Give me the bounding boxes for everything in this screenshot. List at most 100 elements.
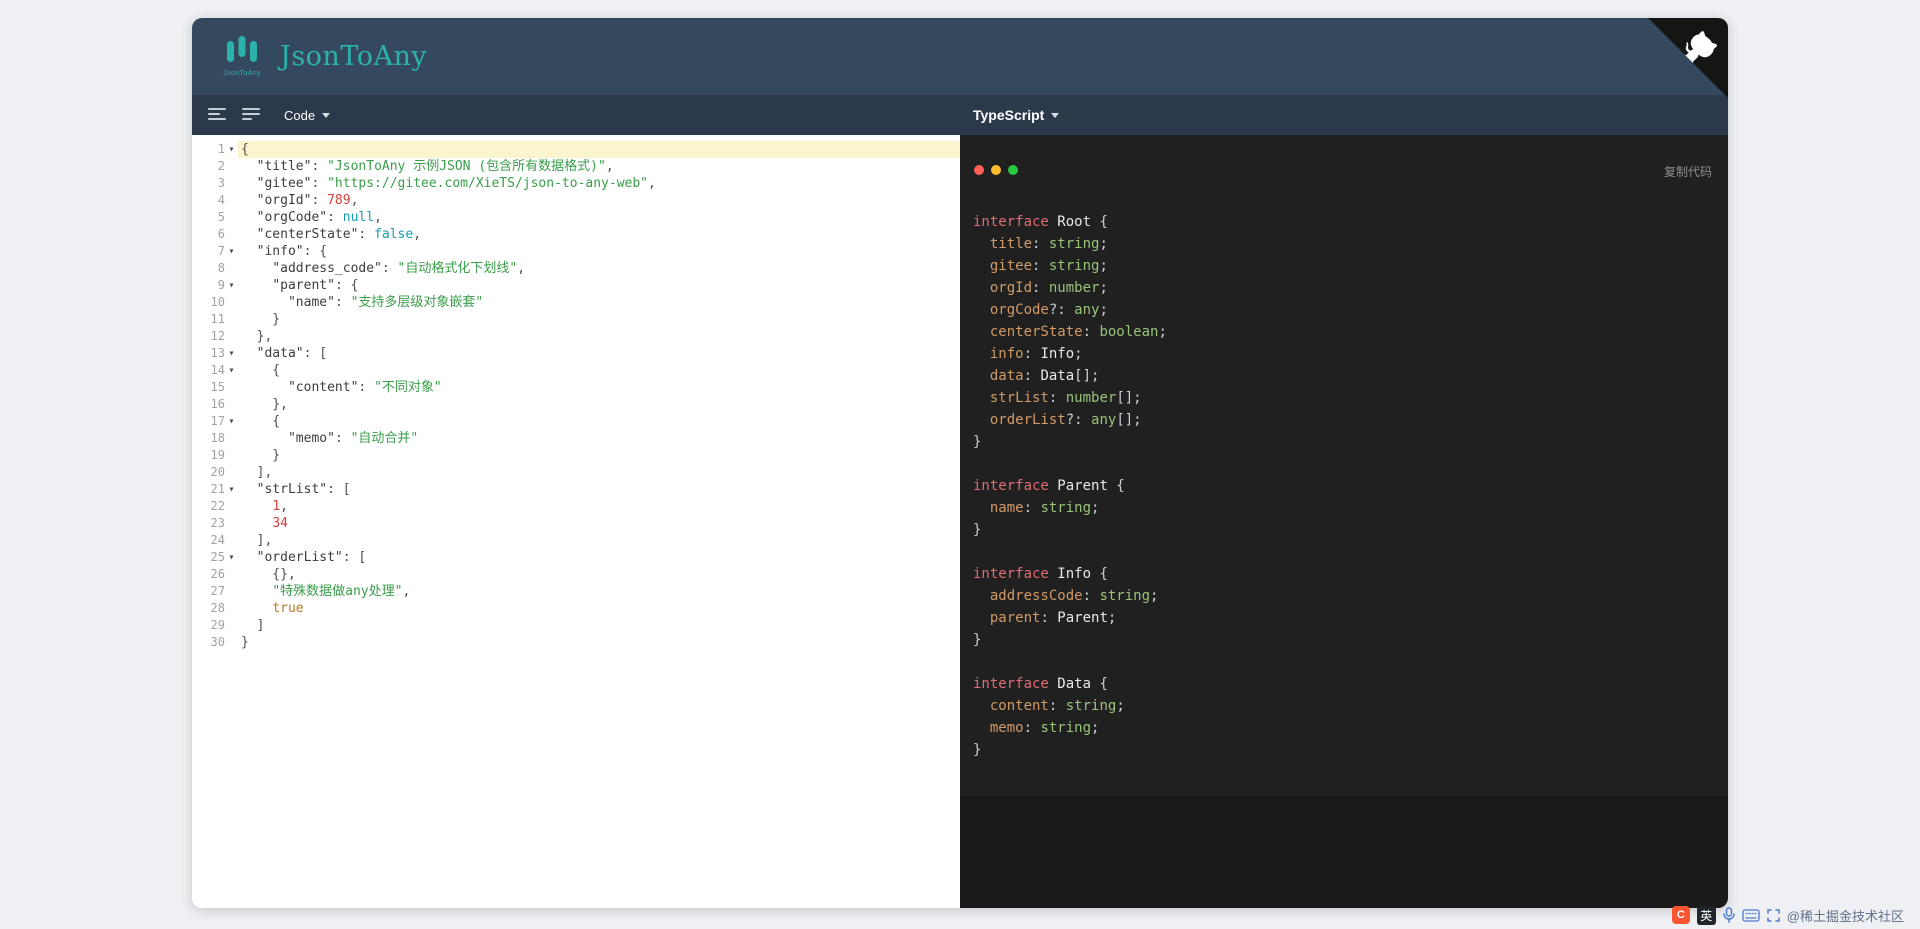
octocat-icon: [1648, 18, 1728, 102]
output-language-dropdown[interactable]: TypeScript: [973, 107, 1060, 123]
fold-arrow-icon[interactable]: ▾: [225, 549, 238, 566]
fold-arrow-icon[interactable]: ▾: [225, 141, 238, 158]
code-token: "orderList": [256, 550, 343, 565]
code-token: interface: [973, 478, 1049, 494]
code-token: ?:: [1065, 412, 1092, 428]
editor-gutter: 6: [192, 226, 238, 243]
code-token: "orgId": [256, 193, 312, 208]
line-number: 29: [210, 618, 225, 632]
code-token: "特殊数据做any处理": [272, 584, 403, 599]
output-panel: 复制代码 interface Root { title: string; git…: [960, 135, 1728, 908]
editor-line-code: ]: [238, 617, 960, 634]
code-token: ,: [374, 210, 382, 225]
output-line: }: [973, 519, 1167, 541]
code-token: content: [989, 698, 1049, 714]
code-token: : [: [327, 482, 351, 497]
output-line: orderList?: any[];: [973, 409, 1167, 431]
csdn-tray-icon[interactable]: C: [1671, 906, 1690, 924]
editor-gutter: 3: [192, 175, 238, 192]
editor-line: 27 "特殊数据做any处理",: [192, 583, 960, 600]
editor-gutter: 10: [192, 294, 238, 311]
code-token: "https://gitee.com/XieTS/json-to-any-web…: [327, 176, 649, 191]
editor-line-code: "address_code": "自动格式化下划线",: [238, 260, 960, 277]
code-token: }: [241, 312, 281, 327]
editor-line: 25 ▾ "orderList": [: [192, 549, 960, 566]
code-token: "memo": [287, 431, 335, 446]
editor-line: 6 "centerState": false,: [192, 226, 960, 243]
app-logo[interactable]: JsonToAny: [218, 36, 266, 77]
editor-gutter: 28: [192, 600, 238, 617]
editor-gutter: 16: [192, 396, 238, 413]
line-number: 11: [210, 312, 225, 326]
code-token: ;: [1099, 280, 1108, 296]
fold-arrow-icon[interactable]: ▾: [225, 345, 238, 362]
ime-keyboard-icon[interactable]: [1742, 908, 1760, 922]
line-number: 2: [217, 159, 225, 173]
output-line: centerState: boolean;: [973, 321, 1167, 343]
code-token: ,: [280, 499, 288, 514]
line-number: 15: [210, 380, 225, 394]
code-token: {},: [241, 567, 296, 582]
code-token: Data: [1040, 368, 1075, 384]
microphone-icon[interactable]: [1723, 907, 1735, 923]
code-token: ?:: [1048, 302, 1075, 318]
fold-arrow-icon[interactable]: ▾: [225, 481, 238, 498]
github-corner-link[interactable]: [1648, 18, 1728, 98]
code-token: "name": [287, 295, 335, 310]
line-number: 5: [217, 210, 225, 224]
editor-gutter: 14 ▾: [192, 362, 238, 379]
code-token: string: [1065, 698, 1117, 714]
source-language-dropdown[interactable]: Code: [284, 108, 331, 123]
fold-arrow-icon[interactable]: ▾: [225, 277, 238, 294]
code-token: Data: [1057, 676, 1092, 692]
fold-arrow-icon[interactable]: ▾: [225, 362, 238, 379]
line-number: 26: [210, 567, 225, 581]
line-number: 17: [210, 414, 225, 428]
editor-gutter: 21 ▾: [192, 481, 238, 498]
code-token: any: [1091, 412, 1117, 428]
json-editor[interactable]: 1 ▾{2 "title": "JsonToAny 示例JSON (包含所有数据格…: [192, 135, 960, 908]
app-header: JsonToAny JsonToAny: [192, 18, 1728, 98]
fold-arrow-icon[interactable]: ▾: [225, 243, 238, 260]
editor-line: 22 1,: [192, 498, 960, 515]
code-token: string: [1048, 258, 1100, 274]
code-token: :: [327, 210, 343, 225]
code-token: :: [1082, 588, 1100, 604]
editor-line-code: "content": "不同对象": [238, 379, 960, 396]
logo-caption: JsonToAny: [223, 70, 261, 77]
code-token: Parent: [1057, 610, 1108, 626]
code-token: :: [358, 227, 375, 242]
editor-line: 13 ▾ "data": [: [192, 345, 960, 362]
line-number: 12: [210, 329, 225, 343]
code-token: info: [989, 346, 1024, 362]
editor-line: 26 {},: [192, 566, 960, 583]
compress-json-button[interactable]: [240, 105, 262, 126]
code-token: "centerState": [256, 227, 359, 242]
ime-language-badge[interactable]: 英: [1696, 905, 1716, 925]
code-token: string: [1099, 588, 1151, 604]
code-token: }: [973, 742, 982, 758]
toolbar-left: Code: [192, 95, 960, 135]
copy-code-button[interactable]: 复制代码: [1664, 163, 1712, 180]
editor-line-code: "data": [: [238, 345, 960, 362]
code-token: :: [1048, 698, 1066, 714]
fold-arrow-icon[interactable]: ▾: [225, 413, 238, 430]
editor-line: 5 "orgCode": null,: [192, 209, 960, 226]
line-number: 27: [210, 584, 225, 598]
editor-line-code: "gitee": "https://gitee.com/XieTS/json-t…: [238, 175, 960, 192]
code-token: ;: [1158, 324, 1167, 340]
editor-line-code: {: [238, 362, 960, 379]
format-json-button[interactable]: [206, 105, 228, 126]
editor-gutter: 17 ▾: [192, 413, 238, 430]
code-token: "gitee": [256, 176, 312, 191]
editor-gutter: 15: [192, 379, 238, 396]
fullscreen-icon[interactable]: [1767, 908, 1780, 922]
code-token: Parent: [1057, 478, 1108, 494]
